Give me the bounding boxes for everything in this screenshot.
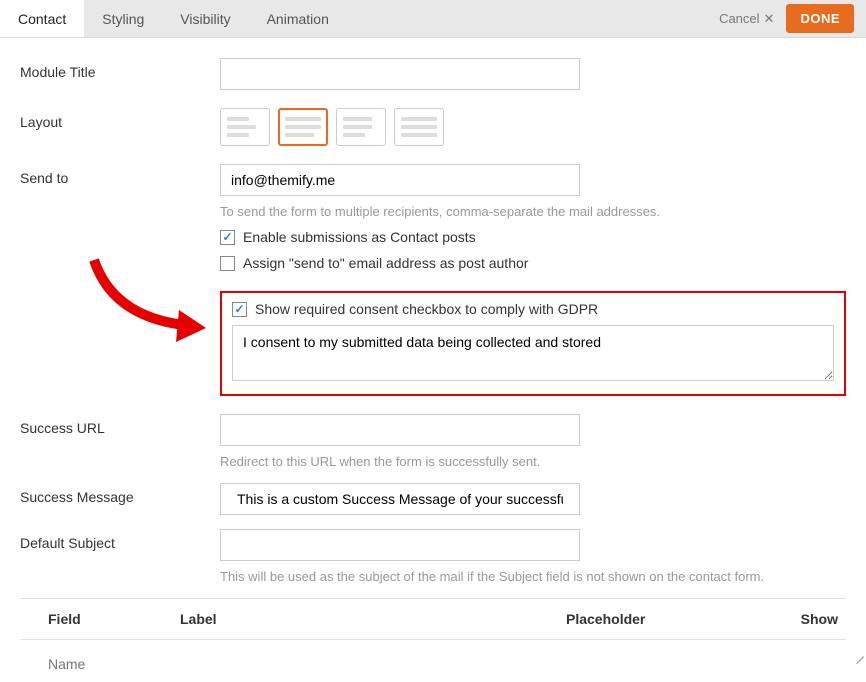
fields-table-header: Field Label Placeholder Show [20,598,846,640]
tab-styling[interactable]: Styling [84,0,162,37]
layout-option-4[interactable] [394,108,444,146]
success-message-input[interactable] [220,483,580,515]
layout-option-1[interactable] [220,108,270,146]
table-row: Name [20,640,846,682]
tabs: Contact Styling Visibility Animation [0,0,347,37]
module-title-label: Module Title [20,58,220,80]
gdpr-consent-textarea[interactable] [232,325,834,381]
success-message-label: Success Message [20,483,220,505]
default-subject-hint: This will be used as the subject of the … [220,569,846,584]
send-to-input[interactable] [220,164,580,196]
th-show: Show [786,611,846,627]
cancel-label: Cancel [719,11,759,26]
module-title-input[interactable] [220,58,580,90]
enable-submissions-label: Enable submissions as Contact posts [243,229,476,245]
success-url-input[interactable] [220,414,580,446]
layout-option-3[interactable] [336,108,386,146]
send-to-label: Send to [20,164,220,186]
th-field: Field [20,611,180,627]
content: Module Title Layout S [0,38,866,682]
assign-send-to-checkbox[interactable] [220,256,235,271]
td-field-name: Name [20,650,180,672]
enable-submissions-checkbox[interactable] [220,230,235,245]
gdpr-highlight: Show required consent checkbox to comply… [220,291,846,396]
layout-options [220,108,846,146]
gdpr-label: Show required consent checkbox to comply… [255,301,598,317]
tab-contact[interactable]: Contact [0,0,84,37]
layout-option-2[interactable] [278,108,328,146]
close-icon: ✕ [764,11,775,27]
th-placeholder: Placeholder [566,611,786,627]
send-to-hint: To send the form to multiple recipients,… [220,204,846,219]
success-url-hint: Redirect to this URL when the form is su… [220,454,846,469]
tab-visibility[interactable]: Visibility [162,0,248,37]
default-subject-input[interactable] [220,529,580,561]
tab-animation[interactable]: Animation [249,0,347,37]
th-label: Label [180,611,566,627]
done-button[interactable]: DONE [786,4,854,33]
topbar: Contact Styling Visibility Animation Can… [0,0,866,38]
gdpr-checkbox[interactable] [232,302,247,317]
success-url-label: Success URL [20,414,220,436]
layout-label: Layout [20,108,220,130]
cancel-button[interactable]: Cancel ✕ [719,11,774,27]
resize-handle-icon[interactable] [852,647,864,659]
default-subject-label: Default Subject [20,529,220,551]
assign-send-to-label: Assign "send to" email address as post a… [243,255,528,271]
